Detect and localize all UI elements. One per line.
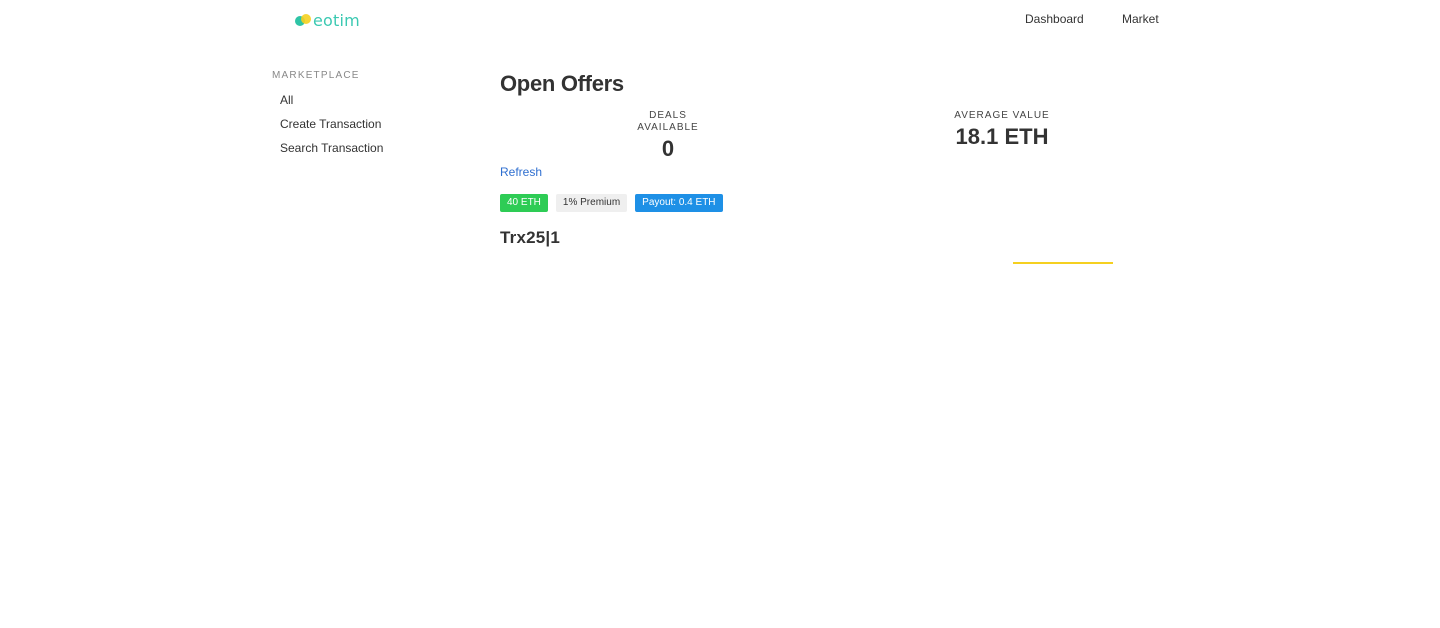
deals-available-stat: DEALS AVAILABLE 0 [623,110,713,163]
sidebar-item-search-transaction[interactable]: Search Transaction [280,140,472,164]
sidebar-heading: MARKETPLACE [272,70,360,81]
page: eotim Dashboard Market MARKETPLACE All C… [0,0,1440,628]
logo-dot-yellow [301,14,311,24]
amount-badge: 40 ETH [500,194,548,212]
loading-progress-line [1013,262,1113,264]
main-content: Open Offers DEALS AVAILABLE 0 AVERAGE VA… [500,70,1140,247]
average-value-stat: AVERAGE VALUE 18.1 ETH [952,110,1052,151]
sidebar: MARKETPLACE All Create Transaction Searc… [272,70,472,164]
payout-badge: Payout: 0.4 ETH [635,194,723,212]
sidebar-item-create-transaction[interactable]: Create Transaction [280,116,472,140]
deals-available-value: 0 [661,136,675,161]
logo-text: eotim [313,10,360,30]
logo-mark-icon [295,12,311,28]
refresh-link[interactable]: Refresh [500,165,542,179]
transaction-title: Trx25|1 [500,228,561,247]
nav-market-link[interactable]: Market [1122,12,1159,26]
brand-logo[interactable]: eotim [295,10,360,30]
deals-available-label: DEALS AVAILABLE [637,110,699,133]
average-value-value: 18.1 ETH [955,124,1049,149]
nav-dashboard-link[interactable]: Dashboard [1025,12,1084,26]
offer-tags: 40 ETH 1% Premium Payout: 0.4 ETH [500,194,731,212]
page-title: Open Offers [500,71,624,96]
top-header: eotim Dashboard Market [0,0,1440,40]
sidebar-item-all[interactable]: All [280,92,472,116]
premium-badge: 1% Premium [555,194,628,212]
average-value-label: AVERAGE VALUE [954,110,1050,121]
